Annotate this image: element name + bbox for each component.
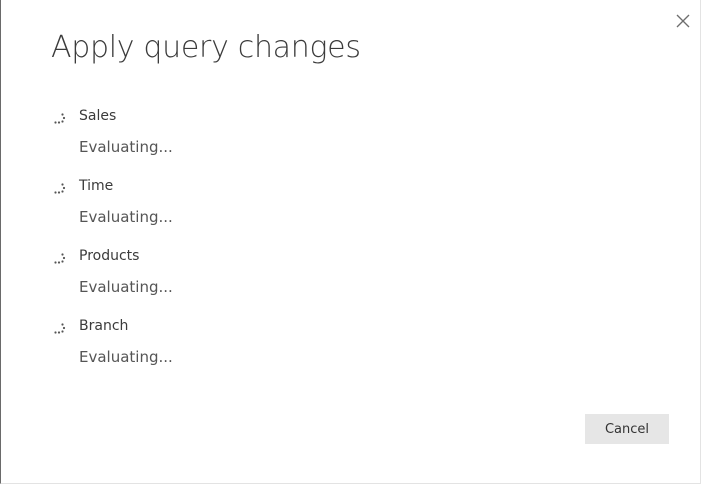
query-name: Sales [79, 108, 117, 124]
query-name: Branch [79, 318, 129, 334]
loading-spinner-icon [54, 323, 66, 334]
query-status: Evaluating... [79, 208, 173, 226]
query-status: Evaluating... [79, 348, 173, 366]
query-name: Time [79, 178, 114, 194]
loading-spinner-icon [54, 253, 66, 264]
loading-spinner-icon [54, 113, 66, 124]
query-status: Evaluating... [79, 278, 173, 296]
query-status: Evaluating... [79, 138, 173, 156]
dialog-title: Apply query changes [51, 30, 361, 65]
query-name: Products [79, 248, 140, 264]
close-icon [676, 14, 690, 28]
apply-query-changes-dialog: Apply query changes Sales Evaluating... … [0, 0, 701, 484]
close-button[interactable] [672, 10, 694, 32]
loading-spinner-icon [54, 183, 66, 194]
cancel-button[interactable]: Cancel [585, 414, 669, 444]
